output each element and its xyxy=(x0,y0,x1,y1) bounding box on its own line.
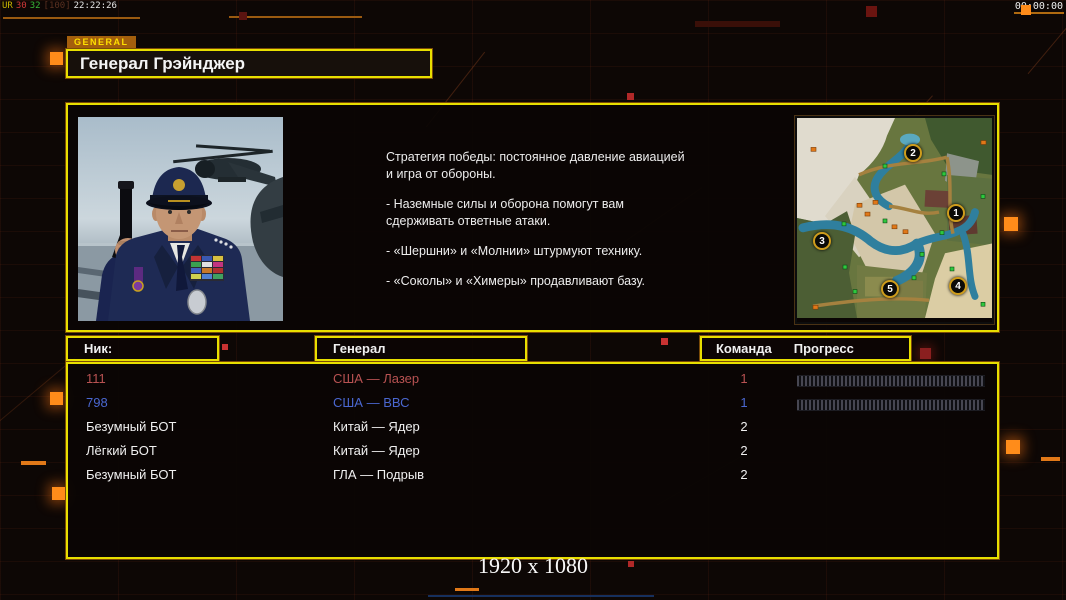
player-general: Китай — Ядер xyxy=(333,419,420,434)
general-name: Генерал Грэйнджер xyxy=(80,54,245,74)
players-panel: 111 США — Лазер 1 798 США — ВВС 1 Безумн… xyxy=(66,362,999,559)
general-tag-label: GENERAL xyxy=(67,36,136,49)
player-general: США — Лазер xyxy=(333,371,419,386)
player-row: Лёгкий БОТ Китай — Ядер 2 xyxy=(68,440,997,464)
decor-orange-square xyxy=(52,487,65,500)
decor-red-square xyxy=(627,93,634,100)
decor-orange-dash xyxy=(1041,457,1060,461)
general-info-panel: Стратегия победы: постоянное давление ав… xyxy=(66,103,999,332)
player-general: США — ВВС xyxy=(333,395,410,410)
general-portrait xyxy=(78,117,283,321)
decor-line xyxy=(3,17,140,19)
decor-red-square xyxy=(920,348,931,359)
decor-orange-square xyxy=(1021,5,1031,15)
minimap-start-marker: 5 xyxy=(881,280,899,298)
decor-red-square xyxy=(222,344,228,350)
minimap-start-marker: 1 xyxy=(947,204,965,222)
player-team: 2 xyxy=(714,467,774,482)
decor-orange-square xyxy=(1004,217,1018,231)
player-general: ГЛА — Подрыв xyxy=(333,467,424,482)
minimap-start-marker: 4 xyxy=(949,277,967,295)
player-row: 111 США — Лазер 1 xyxy=(68,368,997,392)
debug-tag: UR xyxy=(2,1,13,11)
team-header-label: Команда xyxy=(716,341,772,356)
player-loading-bar xyxy=(797,399,985,411)
decor-bar xyxy=(695,21,780,27)
debug-val: 32 xyxy=(30,1,41,11)
portrait-illustration xyxy=(78,117,283,321)
briefing-paragraph: - «Шершни» и «Молнии» штурмуют технику. xyxy=(386,243,726,260)
debug-fps: 30 xyxy=(16,1,27,11)
debug-bracket: [100] xyxy=(44,1,71,11)
player-rows: 111 США — Лазер 1 798 США — ВВС 1 Безумн… xyxy=(68,368,997,488)
column-header-nick: Ник: xyxy=(66,336,219,361)
minimap: 1 2 3 4 5 xyxy=(795,116,994,324)
decor-red-square xyxy=(866,6,877,17)
briefing-paragraph: - «Соколы» и «Химеры» продавливают базу. xyxy=(386,273,726,290)
decor-orange-dash xyxy=(21,461,46,465)
decor-orange-dash xyxy=(455,588,479,591)
column-header-general: Генерал xyxy=(315,336,527,361)
debug-time: 22:22:26 xyxy=(74,1,117,11)
decor-red-square xyxy=(239,12,247,20)
player-row: Безумный БОТ ГЛА — Подрыв 2 xyxy=(68,464,997,488)
decor-orange-square xyxy=(1006,440,1020,454)
column-header-team-progress: Команда Прогресс xyxy=(700,336,911,361)
briefing-paragraph: - Наземные силы и оборона помогут вам сд… xyxy=(386,196,726,230)
player-nick: 798 xyxy=(86,395,108,410)
minimap-start-marker: 3 xyxy=(813,232,831,250)
player-nick: Безумный БОТ xyxy=(86,419,176,434)
player-loading-bar xyxy=(797,375,985,387)
player-team: 2 xyxy=(714,419,774,434)
decor-line xyxy=(229,16,362,18)
decor-orange-square xyxy=(50,392,63,405)
progress-header-label: Прогресс xyxy=(794,341,854,356)
minimap-start-marker: 2 xyxy=(904,144,922,162)
briefing-paragraph: Стратегия победы: постоянное давление ав… xyxy=(386,149,726,183)
player-general: Китай — Ядер xyxy=(333,443,420,458)
nick-header-label: Ник: xyxy=(84,341,112,356)
resolution-watermark: 1920 x 1080 xyxy=(0,553,1066,579)
player-team: 1 xyxy=(714,371,774,386)
player-team: 1 xyxy=(714,395,774,410)
player-nick: Безумный БОТ xyxy=(86,467,176,482)
loading-screen: UR3032[100]22:22:26 00:00:00 GENERAL Ген… xyxy=(0,0,1066,600)
decor-orange-square xyxy=(50,52,63,65)
player-row: Безумный БОТ Китай — Ядер 2 xyxy=(68,416,997,440)
debug-overlay: UR3032[100]22:22:26 xyxy=(2,1,120,11)
decor-red-square xyxy=(661,338,668,345)
player-nick: Лёгкий БОТ xyxy=(86,443,157,458)
player-row: 798 США — ВВС 1 xyxy=(68,392,997,416)
player-nick: 111 xyxy=(86,371,106,386)
player-team: 2 xyxy=(714,443,774,458)
general-header-label: Генерал xyxy=(333,341,385,356)
general-title-box: Генерал Грэйнджер xyxy=(66,49,432,78)
strategy-briefing: Стратегия победы: постоянное давление ав… xyxy=(386,149,726,303)
decor-blue-line xyxy=(428,595,654,597)
